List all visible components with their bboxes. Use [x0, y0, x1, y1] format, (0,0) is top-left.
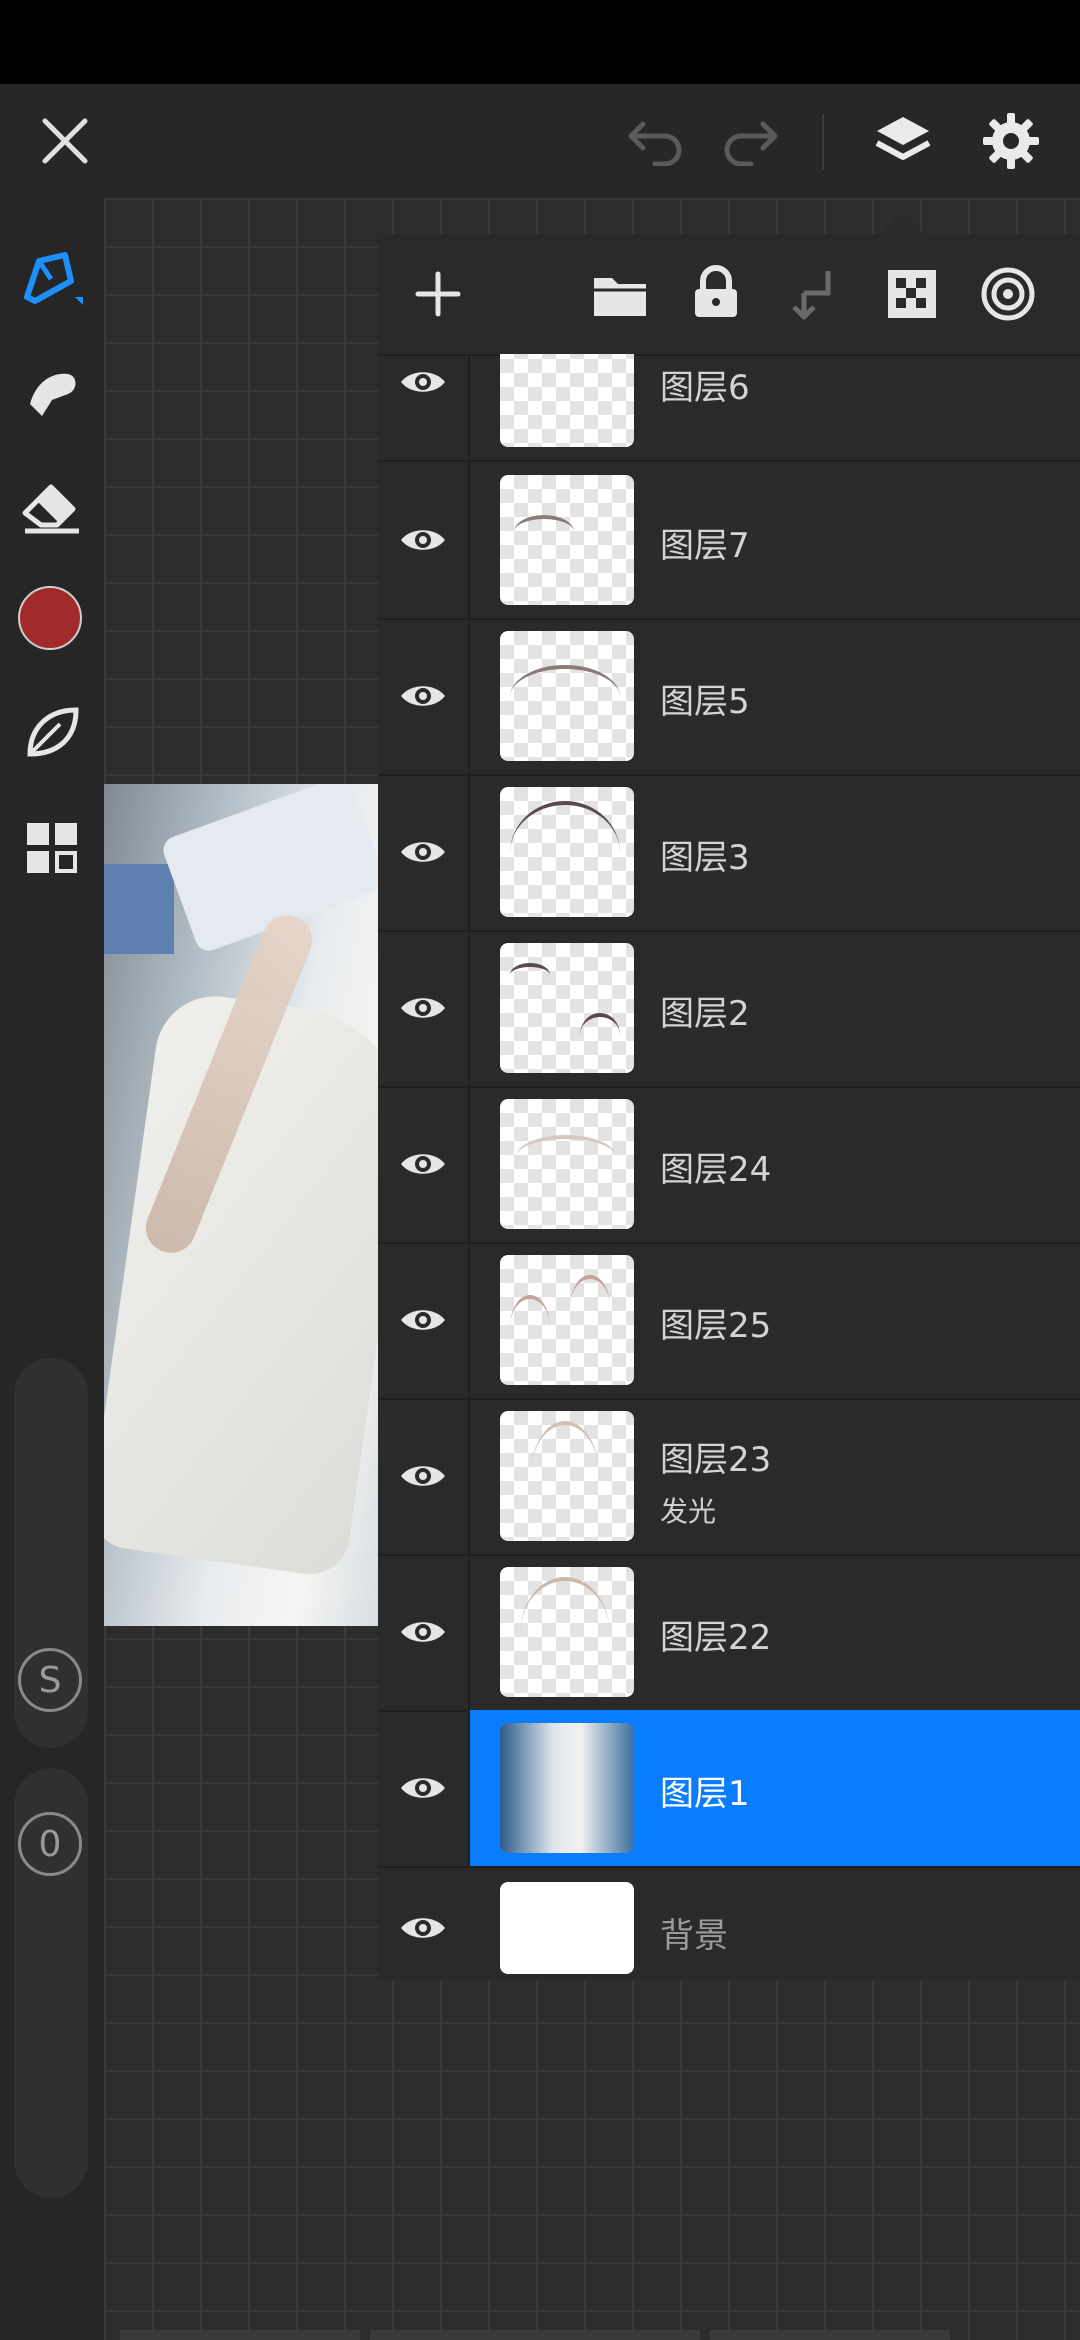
visibility-eye-icon[interactable]	[378, 1554, 470, 1710]
layer-name: 图层25	[660, 1306, 772, 1346]
layer-thumbnail	[500, 787, 634, 917]
visibility-eye-icon[interactable]	[378, 462, 470, 618]
panel-pointer	[880, 212, 924, 234]
layer-panel: 图层6 图层7 图层5 图层3 图层2 图层24 图层25 图层23 发光 图层…	[378, 234, 1080, 1980]
layer-thumbnail	[500, 1723, 634, 1853]
merge-down-icon[interactable]	[782, 262, 846, 326]
layer-thumbnail	[500, 475, 634, 605]
layer-name: 图层5	[660, 682, 750, 722]
leaf-icon[interactable]	[14, 694, 90, 770]
layer-actions-bar	[378, 234, 1080, 356]
blend-icon[interactable]	[976, 262, 1040, 326]
undo-icon[interactable]	[620, 106, 690, 176]
layer-row-1[interactable]: 图层1	[378, 1710, 1080, 1868]
layer-thumbnail	[500, 1099, 634, 1229]
layer-row-25[interactable]: 图层25	[378, 1242, 1080, 1400]
layer-thumbnail	[500, 1882, 634, 1974]
status-bar	[0, 0, 1080, 84]
layer-row-background[interactable]: 背景	[378, 1866, 1080, 1980]
bottom-tab-strip	[120, 2330, 960, 2340]
layer-row-2[interactable]: 图层2	[378, 930, 1080, 1088]
divider	[822, 114, 824, 170]
layer-name: 图层22	[660, 1618, 772, 1658]
layer-list[interactable]: 图层6 图层7 图层5 图层3 图层2 图层24 图层25 图层23 发光 图层…	[378, 354, 1080, 1980]
brush-icon[interactable]	[14, 240, 90, 316]
settings-icon[interactable]	[976, 104, 1046, 178]
layer-thumbnail	[500, 943, 634, 1073]
visibility-eye-icon[interactable]	[378, 1086, 470, 1242]
visibility-eye-icon[interactable]	[378, 1242, 470, 1398]
size-indicator[interactable]: S	[18, 1648, 82, 1712]
close-icon[interactable]	[30, 106, 100, 176]
layer-row-7[interactable]: 图层7	[378, 462, 1080, 620]
layers-icon[interactable]	[868, 104, 938, 178]
layer-name: 图层3	[660, 838, 750, 878]
layer-thumbnail	[500, 354, 634, 447]
visibility-eye-icon[interactable]	[378, 1866, 468, 1980]
layer-row-6[interactable]: 图层6	[378, 354, 1080, 462]
visibility-eye-icon[interactable]	[378, 1710, 470, 1866]
layer-row-24[interactable]: 图层24	[378, 1086, 1080, 1244]
layer-name: 图层7	[660, 526, 750, 566]
layer-name: 图层1	[660, 1774, 750, 1814]
visibility-eye-icon[interactable]	[378, 618, 470, 774]
visibility-eye-icon[interactable]	[378, 354, 470, 460]
layer-name: 图层6	[660, 368, 750, 408]
visibility-eye-icon[interactable]	[378, 1398, 470, 1554]
layer-thumbnail	[500, 631, 634, 761]
layer-row-3[interactable]: 图层3	[378, 774, 1080, 932]
layer-row-22[interactable]: 图层22	[378, 1554, 1080, 1712]
layer-row-5[interactable]: 图层5	[378, 618, 1080, 776]
smudge-icon[interactable]	[14, 356, 90, 432]
folder-icon[interactable]	[588, 262, 652, 326]
eraser-icon[interactable]	[14, 468, 90, 544]
layer-thumbnail	[500, 1567, 634, 1697]
checker-icon[interactable]	[880, 262, 944, 326]
layer-thumbnail	[500, 1411, 634, 1541]
blend-mode-label: 发光	[660, 1495, 717, 1528]
layer-name: 图层2	[660, 994, 750, 1034]
layer-name: 图层24	[660, 1150, 772, 1190]
grid-icon[interactable]	[14, 810, 90, 886]
visibility-eye-icon[interactable]	[378, 774, 470, 930]
lock-icon[interactable]	[684, 260, 748, 324]
add-icon[interactable]	[406, 262, 470, 326]
visibility-eye-icon[interactable]	[378, 930, 470, 1086]
layer-row-23[interactable]: 图层23 发光	[378, 1398, 1080, 1556]
layer-name: 图层23	[660, 1440, 772, 1480]
redo-icon[interactable]	[716, 106, 786, 176]
left-toolbar: S 0	[0, 198, 104, 2340]
layer-name: 背景	[660, 1916, 728, 1956]
top-bar	[0, 84, 1080, 198]
opacity-indicator[interactable]: 0	[18, 1812, 82, 1876]
color-swatch[interactable]	[18, 586, 82, 650]
layer-thumbnail	[500, 1255, 634, 1385]
